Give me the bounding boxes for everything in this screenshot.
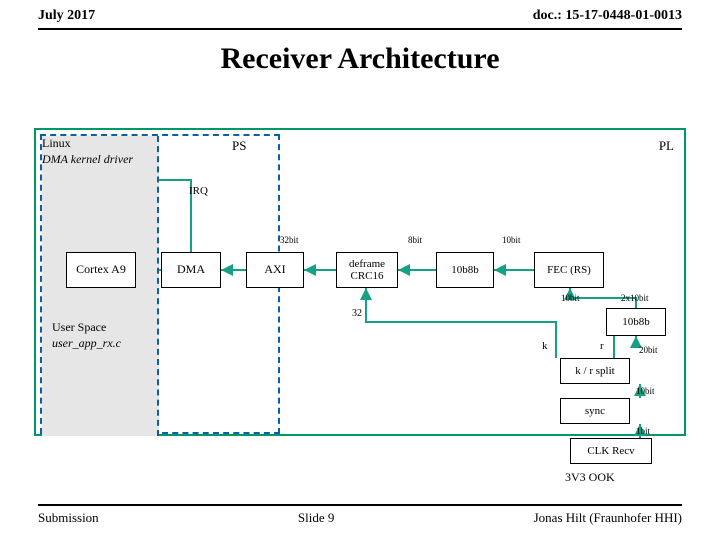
footer-center: Slide 9 xyxy=(298,510,334,526)
width-10bit-2: 10bit xyxy=(561,293,580,303)
header-doc: doc.: 15-17-0448-01-0013 xyxy=(533,8,682,24)
deframe-block: deframe CRC16 xyxy=(336,252,398,288)
header-rule xyxy=(38,28,682,30)
krsplit-block: k / r split xyxy=(560,358,630,384)
header-date: July 2017 xyxy=(38,8,95,24)
irq-label: IRQ xyxy=(189,185,208,197)
dma-kernel-text: DMA kernel driver xyxy=(42,152,133,168)
footer-left: Submission xyxy=(38,510,99,526)
width-32: 32 xyxy=(352,308,362,319)
clk-block: CLK Recv xyxy=(570,438,652,464)
architecture-diagram: Linux DMA kernel driver PS PL IRQ Cortex… xyxy=(34,128,686,436)
page-title: Receiver Architecture xyxy=(0,42,720,76)
width-32bit: 32bit xyxy=(280,235,299,245)
ps-label: PS xyxy=(232,138,246,154)
width-10bit-1: 10bit xyxy=(502,235,521,245)
linux-text: Linux xyxy=(42,136,133,152)
label-k: k xyxy=(542,340,548,352)
fec-block: FEC (RS) xyxy=(534,252,604,288)
b10b8-block-1: 10b8b xyxy=(436,252,494,288)
linux-label: Linux DMA kernel driver xyxy=(42,136,133,167)
pl-label: PL xyxy=(659,138,674,154)
userapp-text: user_app_rx.c xyxy=(52,336,121,352)
width-10bit-3: 10bit xyxy=(636,386,655,396)
b10b8-block-2: 10b8b xyxy=(606,308,666,336)
userspace-label: User Space user_app_rx.c xyxy=(52,320,121,351)
footer-right: Jonas Hilt (Fraunhofer HHI) xyxy=(534,510,682,526)
width-1bit: 1bit xyxy=(636,426,650,436)
axi-block: AXI xyxy=(246,252,304,288)
width-2x10bit: 2x10bit xyxy=(621,293,649,303)
sync-block: sync xyxy=(560,398,630,424)
label-r: r xyxy=(600,340,604,352)
cortex-block: Cortex A9 xyxy=(66,252,136,288)
userspace-text: User Space xyxy=(52,320,121,336)
width-8bit: 8bit xyxy=(408,235,422,245)
footer-rule xyxy=(38,504,682,506)
footer: Submission Slide 9 Jonas Hilt (Fraunhofe… xyxy=(38,504,682,526)
ook-label: 3V3 OOK xyxy=(565,470,615,485)
width-20bit: 20bit xyxy=(639,345,658,355)
dma-block: DMA xyxy=(161,252,221,288)
